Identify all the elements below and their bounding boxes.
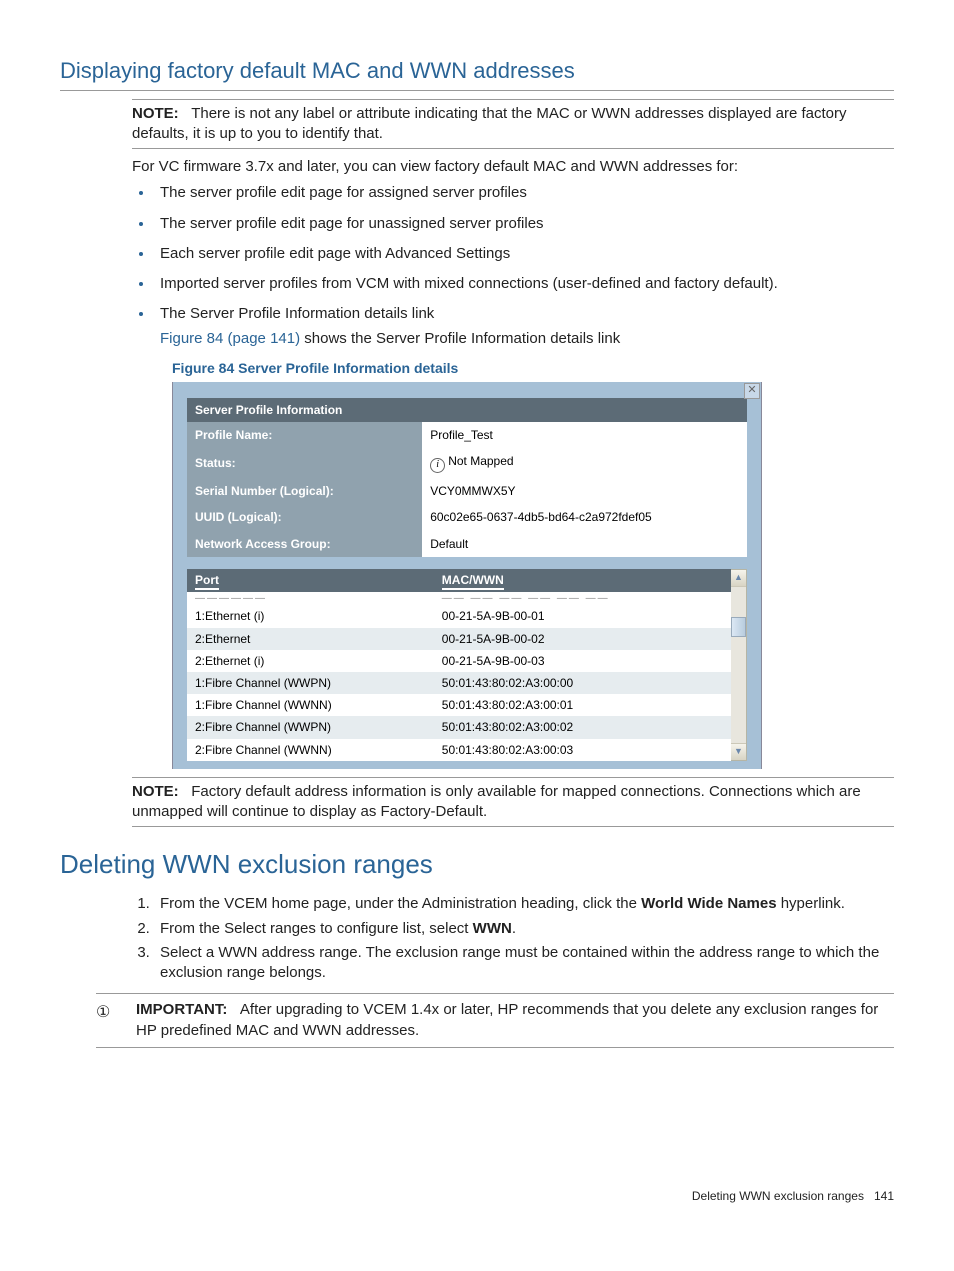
table-row: 2:Fibre Channel (WWNN)50:01:43:80:02:A3:…	[187, 739, 731, 761]
page-footer: Deleting WWN exclusion ranges 141	[60, 1188, 894, 1204]
important-label: IMPORTANT:	[136, 1001, 227, 1018]
section-heading-display: Displaying factory default MAC and WWN a…	[60, 56, 894, 91]
table-row: 2:Ethernet (i)00-21-5A-9B-00-03	[187, 650, 731, 672]
list-item-text: The Server Profile Information details l…	[160, 305, 434, 322]
row-label: Status:	[187, 448, 422, 478]
row-value: 60c02e65-0637-4db5-bd64-c2a972fdef05	[422, 504, 747, 530]
scroll-thumb[interactable]	[731, 617, 746, 637]
table-row: 1:Fibre Channel (WWPN)50:01:43:80:02:A3:…	[187, 672, 731, 694]
scroll-up-icon[interactable]: ▲	[731, 570, 746, 587]
important-icon: ①	[96, 1000, 136, 1041]
table-row: ———————— —— —— —— —— ——	[187, 592, 731, 606]
row-value: VCY0MMWX5Y	[422, 478, 747, 504]
section-heading-delete: Deleting WWN exclusion ranges	[60, 847, 894, 886]
row-label: Profile Name:	[187, 422, 422, 448]
port-mac-table: Port MAC/WWN ———————— —— —— —— —— —— 1:E…	[187, 569, 731, 761]
info-icon: i	[430, 458, 445, 473]
row-value: Default	[422, 531, 747, 557]
scroll-track[interactable]	[731, 587, 746, 743]
figure-ref-link[interactable]: Figure 84 (page 141)	[160, 330, 300, 347]
table-row: 2:Ethernet00-21-5A-9B-00-02	[187, 628, 731, 650]
row-label: Network Access Group:	[187, 531, 422, 557]
table-row: Status: iNot Mapped	[187, 448, 747, 478]
table-row: UUID (Logical): 60c02e65-0637-4db5-bd64-…	[187, 504, 747, 530]
list-item: From the VCEM home page, under the Admin…	[154, 894, 894, 914]
table-row: 1:Fibre Channel (WWNN)50:01:43:80:02:A3:…	[187, 694, 731, 716]
table-row: 2:Fibre Channel (WWPN)50:01:43:80:02:A3:…	[187, 716, 731, 738]
note-text: Factory default address information is o…	[132, 783, 861, 820]
important-block: ① IMPORTANT: After upgrading to VCEM 1.4…	[96, 993, 894, 1048]
intro-paragraph: For VC firmware 3.7x and later, you can …	[132, 157, 894, 177]
port-header: Port	[187, 569, 434, 592]
list-item: The Server Profile Information details l…	[154, 304, 894, 349]
note-text: There is not any label or attribute indi…	[132, 105, 847, 142]
note-block-2: NOTE: Factory default address informatio…	[132, 777, 894, 828]
scrollbar[interactable]: ▲ ▼	[731, 569, 747, 761]
list-item: Each server profile edit page with Advan…	[154, 244, 894, 264]
server-profile-panel: ✕ Server Profile Information Profile Nam…	[172, 382, 762, 769]
row-value: Profile_Test	[422, 422, 747, 448]
figure-caption: Figure 84 Server Profile Information det…	[172, 359, 894, 378]
table-row: Profile Name: Profile_Test	[187, 422, 747, 448]
list-item: From the Select ranges to configure list…	[154, 919, 894, 939]
list-item: The server profile edit page for assigne…	[154, 183, 894, 203]
table-row: Network Access Group: Default	[187, 531, 747, 557]
close-icon[interactable]: ✕	[744, 383, 760, 399]
profile-info-header: Server Profile Information	[187, 398, 747, 422]
row-label: Serial Number (Logical):	[187, 478, 422, 504]
note-label: NOTE:	[132, 105, 179, 122]
figure-ref-rest: shows the Server Profile Information det…	[300, 330, 620, 347]
scroll-down-icon[interactable]: ▼	[731, 743, 746, 760]
steps-list: From the VCEM home page, under the Admin…	[132, 894, 894, 983]
list-item: The server profile edit page for unassig…	[154, 214, 894, 234]
important-text: After upgrading to VCEM 1.4x or later, H…	[136, 1001, 878, 1038]
row-value: iNot Mapped	[422, 448, 747, 478]
note-label: NOTE:	[132, 783, 179, 800]
list-item: Imported server profiles from VCM with m…	[154, 274, 894, 294]
note-block-1: NOTE: There is not any label or attribut…	[132, 99, 894, 150]
bullet-list: The server profile edit page for assigne…	[132, 183, 894, 349]
table-row: 1:Ethernet (i)00-21-5A-9B-00-01	[187, 605, 731, 627]
mac-header: MAC/WWN	[434, 569, 731, 592]
row-label: UUID (Logical):	[187, 504, 422, 530]
list-item: Select a WWN address range. The exclusio…	[154, 943, 894, 984]
table-row: Serial Number (Logical): VCY0MMWX5Y	[187, 478, 747, 504]
profile-info-table: Server Profile Information Profile Name:…	[187, 398, 747, 557]
